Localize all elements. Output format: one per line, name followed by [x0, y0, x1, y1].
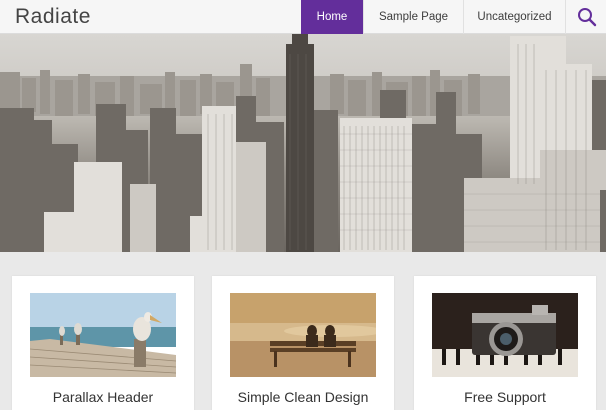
nav-item-sample-page[interactable]: Sample Page	[363, 0, 463, 34]
nav-item-uncategorized[interactable]: Uncategorized	[463, 0, 565, 34]
camera-piano-image	[432, 293, 578, 377]
main-nav: Home Sample Page Uncategorized	[301, 0, 606, 34]
feature-title: Free Support	[464, 389, 546, 405]
feature-card-design[interactable]: Simple Clean Design	[212, 276, 394, 410]
feature-card-parallax[interactable]: Parallax Header	[12, 276, 194, 410]
site-header: Radiate Home Sample Page Uncategorized	[0, 0, 606, 34]
nav-item-home[interactable]: Home	[301, 0, 363, 34]
pier-pelican-image	[30, 293, 176, 377]
feature-title: Simple Clean Design	[237, 389, 369, 405]
search-button[interactable]	[565, 0, 606, 34]
beach-bench-image	[230, 293, 376, 377]
feature-cards: Parallax Header Simple Clean Design Free…	[0, 276, 606, 410]
feature-title: Parallax Header	[52, 389, 154, 405]
search-icon	[577, 8, 596, 27]
site-logo[interactable]: Radiate	[15, 5, 91, 29]
parallax-header-image	[0, 34, 606, 252]
feature-card-support[interactable]: Free Support	[414, 276, 596, 410]
